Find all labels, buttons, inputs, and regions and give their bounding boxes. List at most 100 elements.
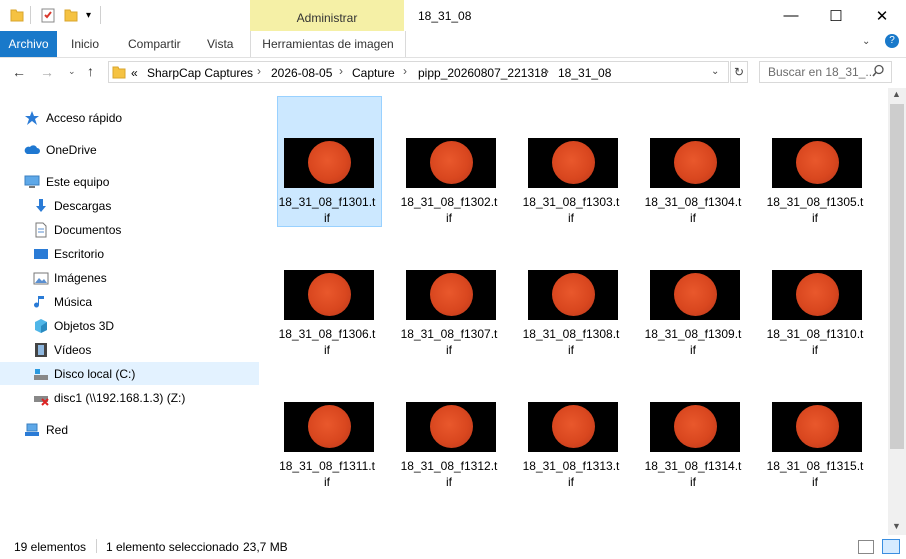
breadcrumb-item[interactable]: pipp_20260807_221318 — [418, 66, 547, 80]
refresh-icon[interactable]: ↻ — [730, 61, 748, 83]
file-tile[interactable]: 18_31_08_f1301.tif — [278, 96, 376, 226]
sidebar-item-videos[interactable]: Vídeos — [0, 338, 259, 362]
sidebar-item-imagenes[interactable]: Imágenes — [0, 266, 259, 290]
breadcrumb-separator-icon[interactable]: › — [257, 64, 261, 78]
sidebar-item-red[interactable]: Red — [0, 418, 259, 442]
file-tile[interactable]: 18_31_08_f1309.tif — [644, 228, 742, 358]
document-icon — [33, 222, 49, 238]
tab-herramientas-de-imagen[interactable]: Herramientas de imagen — [250, 31, 406, 57]
status-divider — [96, 539, 97, 553]
sidebar-item-descargas[interactable]: Descargas — [0, 194, 259, 218]
file-tile[interactable]: 18_31_08_f1314.tif — [644, 360, 742, 490]
file-tile[interactable]: 18_31_08_f1313.tif — [522, 360, 620, 490]
sidebar-item-label: Disco local (C:) — [54, 367, 136, 381]
file-name: 18_31_08_f1313.tif — [522, 459, 620, 489]
sidebar-item-documentos[interactable]: Documentos — [0, 218, 259, 242]
address-dropdown-icon[interactable]: ⌄ — [711, 66, 719, 77]
help-icon[interactable]: ? — [885, 34, 899, 48]
tab-inicio[interactable]: Inicio — [71, 31, 99, 57]
file-name: 18_31_08_f1315.tif — [766, 459, 864, 489]
breadcrumb-overflow[interactable]: « — [131, 66, 138, 80]
file-name: 18_31_08_f1305.tif — [766, 195, 864, 225]
scrollbar-thumb[interactable] — [890, 104, 904, 449]
sidebar-item-escritorio[interactable]: Escritorio — [0, 242, 259, 266]
folder-icon[interactable] — [10, 7, 24, 23]
expand-ribbon-icon[interactable]: ⌄ — [862, 36, 870, 47]
file-tile[interactable]: 18_31_08_f1306.tif — [278, 228, 376, 358]
up-arrow-icon[interactable]: ↑ — [87, 63, 94, 79]
details-view-icon[interactable] — [858, 540, 874, 554]
video-icon — [33, 342, 49, 358]
minimize-button[interactable]: — — [768, 0, 814, 31]
sidebar-item-label: OneDrive — [46, 143, 97, 157]
file-tile[interactable]: 18_31_08_f1303.tif — [522, 96, 620, 226]
file-name: 18_31_08_f1311.tif — [279, 459, 375, 489]
file-tile[interactable]: 18_31_08_f1310.tif — [766, 228, 864, 358]
selection-size: 23,7 MB — [243, 540, 288, 554]
tab-vista[interactable]: Vista — [207, 31, 233, 57]
tab-compartir[interactable]: Compartir — [128, 31, 181, 57]
customize-quick-access-icon[interactable]: ▾ — [86, 10, 91, 21]
breadcrumb-separator-icon[interactable]: › — [545, 64, 549, 78]
file-tile[interactable]: 18_31_08_f1315.tif — [766, 360, 864, 490]
file-name: 18_31_08_f1302.tif — [400, 195, 498, 225]
sidebar-item-acceso-rapido[interactable]: Acceso rápido — [0, 106, 259, 130]
breadcrumb-separator-icon[interactable]: › — [403, 64, 407, 78]
breadcrumb-separator-icon[interactable]: › — [339, 64, 343, 78]
sidebar-item-disco-local[interactable]: Disco local (C:) — [0, 362, 259, 386]
image-thumbnail — [284, 138, 374, 188]
breadcrumb-item[interactable]: Capture — [352, 66, 395, 80]
tab-archivo[interactable]: Archivo — [0, 31, 57, 57]
file-tile[interactable]: 18_31_08_f1312.tif — [400, 360, 498, 490]
forward-arrow-icon[interactable]: → — [40, 64, 54, 80]
image-thumbnail — [528, 270, 618, 320]
sidebar-item-objetos-3d[interactable]: Objetos 3D — [0, 314, 259, 338]
file-tile[interactable]: 18_31_08_f1302.tif — [400, 96, 498, 226]
toolbar-divider — [30, 6, 31, 24]
sidebar-item-disc1[interactable]: disc1 (\\192.168.1.3) (Z:) — [0, 386, 259, 410]
file-tile[interactable]: 18_31_08_f1311.tif — [278, 360, 376, 490]
breadcrumb-item[interactable]: 18_31_08 — [558, 66, 611, 80]
cloud-icon — [24, 142, 40, 158]
network-drive-icon — [33, 390, 49, 406]
drive-icon — [33, 366, 49, 382]
properties-icon[interactable] — [41, 7, 55, 23]
back-arrow-icon[interactable]: ← — [12, 64, 26, 80]
recent-locations-icon[interactable]: ⌄ — [68, 66, 76, 77]
sidebar-item-label: Documentos — [54, 223, 122, 237]
sidebar-item-onedrive[interactable]: OneDrive — [0, 138, 259, 162]
file-name: 18_31_08_f1310.tif — [766, 327, 864, 357]
pictures-icon — [33, 270, 49, 286]
sidebar-item-label: Red — [46, 423, 69, 437]
sidebar-item-musica[interactable]: Música — [0, 290, 259, 314]
search-icon[interactable] — [872, 64, 885, 81]
image-thumbnail — [650, 138, 740, 188]
contextual-tab-label: Administrar — [296, 11, 358, 25]
maximize-button[interactable]: ☐ — [813, 0, 859, 31]
image-thumbnail — [528, 138, 618, 188]
desktop-icon — [33, 246, 49, 262]
item-count: 19 elementos — [14, 540, 87, 554]
cube-icon — [33, 318, 49, 334]
file-tile[interactable]: 18_31_08_f1308.tif — [522, 228, 620, 358]
network-icon — [24, 422, 40, 438]
file-tile[interactable]: 18_31_08_f1304.tif — [644, 96, 742, 226]
sidebar-item-label: disc1 (\\192.168.1.3) (Z:) — [54, 391, 186, 405]
file-name: 18_31_08_f1309.tif — [644, 327, 742, 357]
image-thumbnail — [406, 270, 496, 320]
file-tile[interactable]: 18_31_08_f1305.tif — [766, 96, 864, 226]
breadcrumb-item[interactable]: SharpCap Captures — [147, 66, 253, 80]
image-thumbnail — [284, 270, 374, 320]
breadcrumb-item[interactable]: 2026-08-05 — [271, 66, 332, 80]
new-folder-icon[interactable] — [64, 7, 78, 23]
folder-icon — [112, 64, 126, 83]
scroll-up-icon[interactable]: ▲ — [892, 89, 901, 99]
sidebar-item-label: Vídeos — [54, 343, 92, 357]
scroll-down-icon[interactable]: ▼ — [892, 521, 901, 531]
file-tile[interactable]: 18_31_08_f1307.tif — [400, 228, 498, 358]
music-icon — [33, 294, 49, 310]
sidebar-item-este-equipo[interactable]: Este equipo — [0, 170, 259, 194]
close-button[interactable]: ✕ — [859, 0, 905, 31]
large-icons-view-icon[interactable] — [882, 539, 900, 554]
sidebar-item-label: Imágenes — [54, 271, 107, 285]
